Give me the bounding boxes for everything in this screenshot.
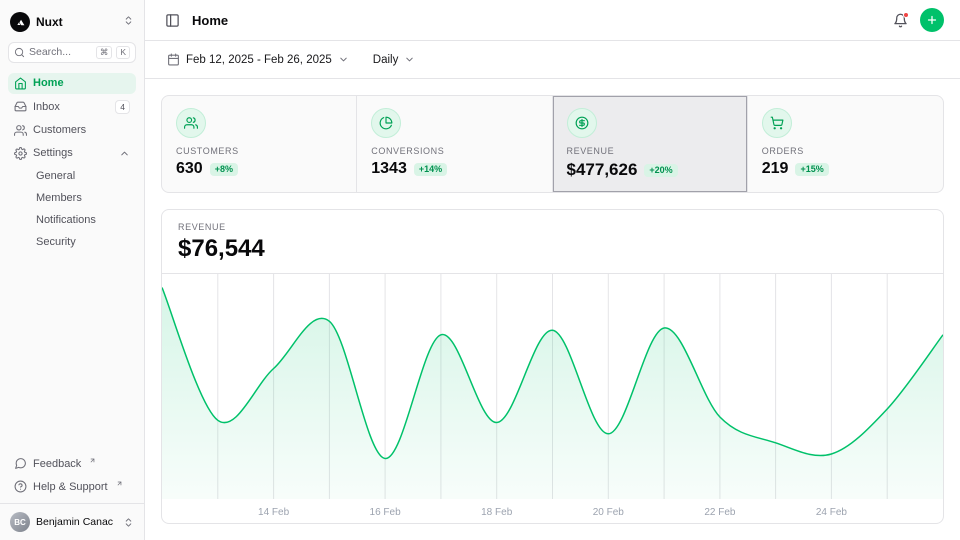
sidebar: Nuxt Search... ⌘ K Home Inbox 4 [0, 0, 145, 540]
page-content: CUSTOMERS 630 +8% CONVERSIONS 1343 +14% [145, 79, 960, 540]
kbd-k: K [116, 46, 130, 59]
panel-left-icon [165, 13, 180, 28]
stat-label: CUSTOMERS [176, 146, 342, 156]
add-button[interactable] [920, 8, 944, 32]
svg-text:14 Feb: 14 Feb [258, 507, 290, 518]
stat-card-orders[interactable]: ORDERS 219 +15% [748, 96, 943, 192]
external-link-icon [89, 455, 96, 467]
chart-body: 14 Feb 16 Feb 18 Feb 20 Feb 22 Feb 24 Feb [162, 274, 943, 523]
chevron-down-icon [338, 54, 349, 65]
stat-value: 1343 [371, 160, 407, 178]
stat-value: 219 [762, 160, 789, 178]
stat-label: CONVERSIONS [371, 146, 537, 156]
feedback-label: Feedback [33, 458, 81, 470]
stats-row: CUSTOMERS 630 +8% CONVERSIONS 1343 +14% [161, 95, 944, 193]
help-support-link[interactable]: Help & Support [8, 476, 136, 497]
avatar: BC [10, 512, 30, 532]
gear-icon [14, 147, 27, 160]
search-icon [14, 47, 25, 58]
sidebar-item-label: Settings [33, 147, 73, 159]
svg-text:22 Feb: 22 Feb [704, 507, 736, 518]
dollar-circle-icon [567, 108, 597, 138]
sidebar-toggle-button[interactable] [161, 9, 184, 32]
shopping-cart-icon [762, 108, 792, 138]
inbox-count-badge: 4 [115, 100, 130, 114]
sidebar-footer: Feedback Help & Support [8, 453, 136, 503]
kbd-meta: ⌘ [96, 46, 113, 59]
help-circle-icon [14, 480, 27, 493]
sidebar-item-label: Inbox [33, 101, 60, 113]
chevrons-up-down-icon [123, 517, 134, 528]
sidebar-item-inbox[interactable]: Inbox 4 [8, 96, 136, 118]
sidebar-item-general[interactable]: General [8, 166, 136, 186]
stat-label: ORDERS [762, 146, 929, 156]
feedback-link[interactable]: Feedback [8, 453, 136, 474]
sidebar-item-security[interactable]: Security [8, 232, 136, 252]
revenue-chart-card: REVENUE $76,544 14 Feb 16 Feb 18 Feb 20 Feb… [161, 209, 944, 524]
svg-text:24 Feb: 24 Feb [816, 507, 848, 518]
filters-toolbar: Feb 12, 2025 - Feb 26, 2025 Daily [145, 41, 960, 79]
notifications-button[interactable] [889, 9, 912, 32]
sidebar-item-customers[interactable]: Customers [8, 120, 136, 141]
period-value: Daily [373, 54, 399, 66]
stat-card-revenue[interactable]: REVENUE $477,626 +20% [553, 96, 748, 192]
sidebar-item-label: Home [33, 77, 64, 89]
date-range-picker[interactable]: Feb 12, 2025 - Feb 26, 2025 [161, 48, 355, 71]
chevron-up-icon [119, 148, 130, 159]
sidebar-nav: Home Inbox 4 Customers Settings General … [8, 73, 136, 252]
svg-text:16 Feb: 16 Feb [370, 507, 402, 518]
revenue-area-chart: 14 Feb 16 Feb 18 Feb 20 Feb 22 Feb 24 Feb [162, 274, 943, 523]
sidebar-item-members[interactable]: Members [8, 188, 136, 208]
notification-dot [903, 12, 909, 18]
main-panel: Home Feb 12, 2025 - Feb 26, 2025 Daily [145, 0, 960, 540]
help-support-label: Help & Support [33, 481, 108, 493]
stat-delta-badge: +15% [795, 163, 828, 176]
top-bar: Home [145, 0, 960, 41]
chevron-down-icon [404, 54, 415, 65]
stat-delta-badge: +8% [210, 163, 238, 176]
stat-value: 630 [176, 160, 203, 178]
workspace-name: Nuxt [36, 15, 63, 29]
external-link-icon [116, 478, 123, 490]
stat-card-conversions[interactable]: CONVERSIONS 1343 +14% [357, 96, 552, 192]
calendar-icon [167, 53, 180, 66]
stat-value: $477,626 [567, 160, 638, 180]
svg-text:18 Feb: 18 Feb [481, 507, 513, 518]
users-icon [176, 108, 206, 138]
workspace-switcher[interactable]: Nuxt [8, 8, 136, 42]
home-icon [14, 77, 27, 90]
stat-card-customers[interactable]: CUSTOMERS 630 +8% [162, 96, 357, 192]
sidebar-item-settings[interactable]: Settings [8, 143, 136, 164]
nuxt-logo-icon [10, 12, 30, 32]
sidebar-item-notifications[interactable]: Notifications [8, 210, 136, 230]
stat-delta-badge: +20% [644, 164, 677, 177]
chart-header: REVENUE $76,544 [162, 210, 943, 274]
search-input[interactable]: Search... ⌘ K [8, 42, 136, 63]
user-menu[interactable]: BC Benjamin Canac [0, 503, 144, 540]
chart-title: REVENUE [178, 222, 927, 232]
app-root: Nuxt Search... ⌘ K Home Inbox 4 [0, 0, 960, 540]
user-name: Benjamin Canac [36, 516, 113, 528]
sidebar-item-label: Customers [33, 124, 86, 136]
message-circle-icon [14, 457, 27, 470]
stat-delta-badge: +14% [414, 163, 447, 176]
sidebar-item-home[interactable]: Home [8, 73, 136, 94]
chevrons-up-down-icon [123, 13, 134, 31]
svg-text:20 Feb: 20 Feb [593, 507, 625, 518]
plus-icon [926, 14, 938, 26]
pie-chart-icon [371, 108, 401, 138]
date-range-value: Feb 12, 2025 - Feb 26, 2025 [186, 54, 332, 66]
inbox-icon [14, 100, 27, 113]
page-title: Home [192, 13, 228, 28]
search-placeholder: Search... [29, 46, 92, 58]
period-select[interactable]: Daily [367, 49, 422, 71]
users-icon [14, 124, 27, 137]
stat-label: REVENUE [567, 146, 733, 156]
chart-display-value: $76,544 [178, 235, 927, 263]
